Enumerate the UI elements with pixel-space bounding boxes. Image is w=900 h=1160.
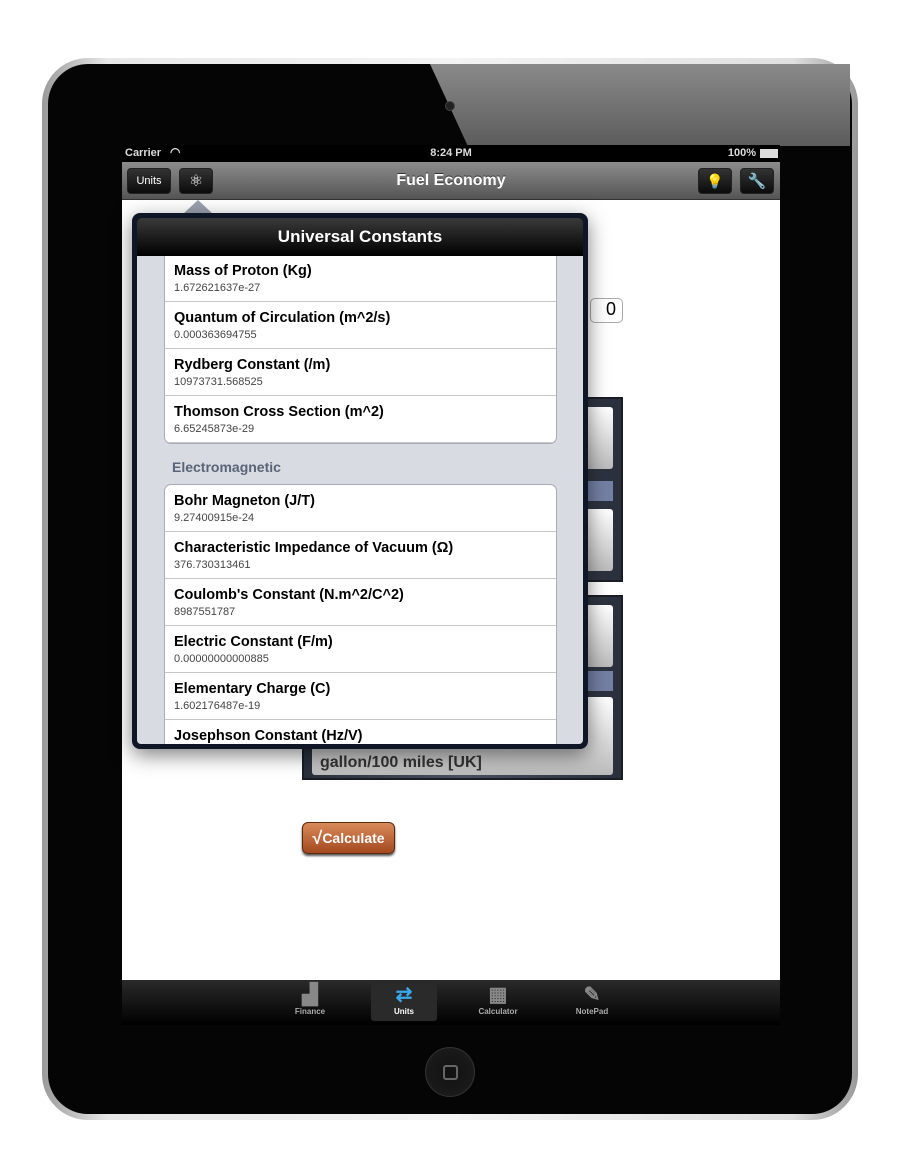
constant-row[interactable]: Elementary Charge (C) 1.602176487e-19 xyxy=(165,673,556,720)
glare xyxy=(430,64,850,146)
battery-level: 100% xyxy=(727,147,756,159)
notepad-icon: ✎ xyxy=(583,984,601,1006)
camera-icon xyxy=(445,101,455,111)
constant-value: 9.27400915e-24 xyxy=(174,512,255,524)
battery-icon xyxy=(760,149,778,158)
constant-row[interactable]: Characteristic Impedance of Vacuum (Ω) 37… xyxy=(165,532,556,579)
swap-arrows-icon: ⇄ xyxy=(395,984,413,1006)
constant-name: Josephson Constant (Hz/V) xyxy=(174,728,363,744)
constant-value: 376.730313461 xyxy=(174,559,251,571)
home-button[interactable] xyxy=(425,1047,475,1097)
constant-name: Elementary Charge (C) xyxy=(174,681,331,697)
constant-row[interactable]: Electric Constant (F/m) 0.00000000000885 xyxy=(165,626,556,673)
constant-value: 0.000363694755 xyxy=(174,329,257,341)
constants-list[interactable]: Mass of Proton (Kg) 1.672621637e-27 Quantu… xyxy=(137,256,583,744)
constants-popover: Universal Constants Mass of Proton (Kg) 1… xyxy=(132,213,588,749)
constant-name: Coulomb's Constant (N.m^2/C^2) xyxy=(174,587,404,603)
constant-row[interactable]: Coulomb's Constant (N.m^2/C^2) 8987551787 xyxy=(165,579,556,626)
constant-row[interactable]: Thomson Cross Section (m^2) 6.65245873e-2… xyxy=(165,396,556,443)
page-title: Fuel Economy xyxy=(396,172,506,189)
tab-units[interactable]: ⇄ Units xyxy=(371,983,437,1021)
calculator-icon: ▦ xyxy=(488,984,508,1006)
constant-value: 6.65245873e-29 xyxy=(174,423,255,435)
constant-name: Electric Constant (F/m) xyxy=(174,634,333,650)
calculate-button[interactable]: √ Calculate xyxy=(302,822,395,854)
constant-name: Characteristic Impedance of Vacuum (Ω) xyxy=(174,540,454,556)
constant-name: Thomson Cross Section (m^2) xyxy=(174,404,384,420)
clock: 8:24 PM xyxy=(430,147,472,159)
popover-arrow xyxy=(183,200,213,214)
tab-calculator[interactable]: ▦ Calculator xyxy=(465,983,531,1021)
constant-row[interactable]: Rydberg Constant (/m) 10973731.568525 xyxy=(165,349,556,396)
lightbulb-icon[interactable]: 💡 xyxy=(698,168,732,194)
picker-value: gallon/100 miles [UK] xyxy=(320,754,482,771)
constant-value: 8987551787 xyxy=(174,606,236,618)
check-icon: √ xyxy=(312,827,323,848)
constant-name: Rydberg Constant (/m) xyxy=(174,357,331,373)
constant-name: Quantum of Circulation (m^2/s) xyxy=(174,310,391,326)
constant-value: 1.602176487e-19 xyxy=(174,700,261,712)
constant-value: 0.00000000000885 xyxy=(174,653,269,665)
tab-finance[interactable]: ▟ Finance xyxy=(277,983,343,1021)
constant-row[interactable]: Josephson Constant (Hz/V) xyxy=(165,720,556,744)
constant-row[interactable]: Bohr Magneton (J/T) 9.27400915e-24 xyxy=(165,485,556,532)
value-input[interactable]: 0 xyxy=(590,298,623,323)
nav-bar: Units ⚛ Fuel Economy 💡 🔧 xyxy=(122,162,780,200)
status-bar: Carrier ◠ 8:24 PM 100% xyxy=(122,145,780,162)
constant-value: 10973731.568525 xyxy=(174,376,263,388)
constant-value: 1.672621637e-27 xyxy=(174,282,261,294)
popover-title: Universal Constants xyxy=(137,218,583,256)
wrench-icon[interactable]: 🔧 xyxy=(740,168,774,194)
constant-row[interactable]: Quantum of Circulation (m^2/s) 0.00036369… xyxy=(165,302,556,349)
tab-notepad[interactable]: ✎ NotePad xyxy=(559,983,625,1021)
constant-name: Bohr Magneton (J/T) xyxy=(174,493,315,509)
section-header: Electromagnetic xyxy=(172,459,281,475)
constant-name: Mass of Proton (Kg) xyxy=(174,263,312,279)
finance-chart-icon: ▟ xyxy=(302,984,318,1006)
tab-bar: ▟ Finance ⇄ Units ▦ Calculator ✎ NotePad xyxy=(122,980,780,1025)
constant-row[interactable]: Mass of Proton (Kg) 1.672621637e-27 xyxy=(165,256,556,302)
